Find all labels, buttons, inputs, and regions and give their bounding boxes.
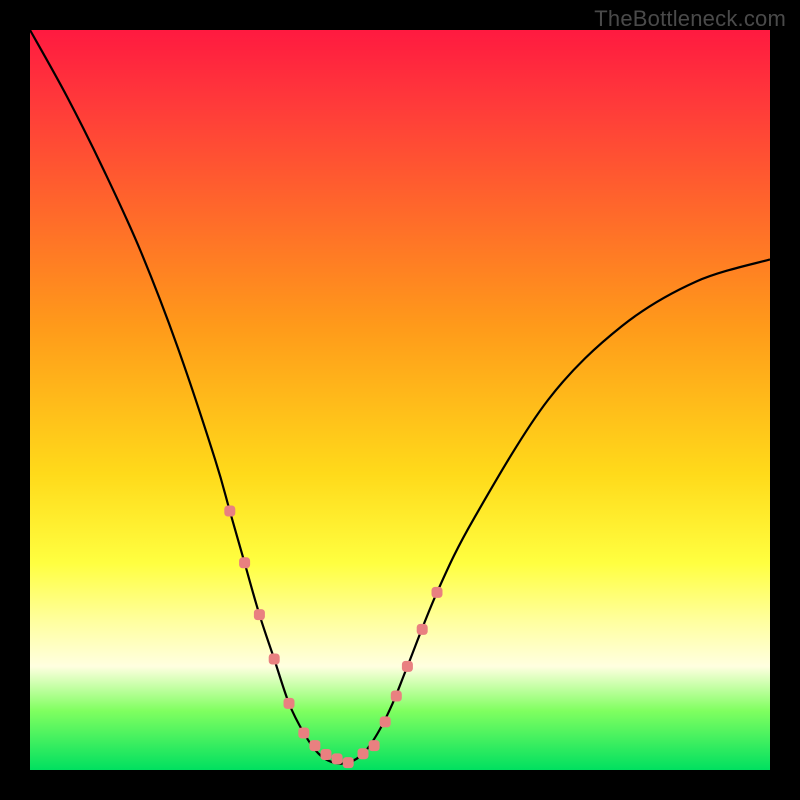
bottleneck-curve-svg (30, 30, 770, 770)
curve-marker (417, 624, 428, 635)
curve-markers (224, 506, 442, 769)
curve-marker (332, 753, 343, 764)
curve-marker (309, 740, 320, 751)
curve-marker (432, 587, 443, 598)
curve-marker (284, 698, 295, 709)
curve-marker (254, 609, 265, 620)
curve-marker (269, 654, 280, 665)
bottleneck-curve-path (30, 30, 770, 764)
curve-marker (358, 748, 369, 759)
curve-marker (402, 661, 413, 672)
curve-marker (343, 757, 354, 768)
curve-marker (321, 749, 332, 760)
curve-marker (239, 557, 250, 568)
chart-frame: TheBottleneck.com (0, 0, 800, 800)
curve-marker (224, 506, 235, 517)
watermark-text: TheBottleneck.com (594, 6, 786, 32)
curve-marker (380, 716, 391, 727)
curve-marker (298, 728, 309, 739)
curve-marker (391, 691, 402, 702)
curve-marker (369, 740, 380, 751)
